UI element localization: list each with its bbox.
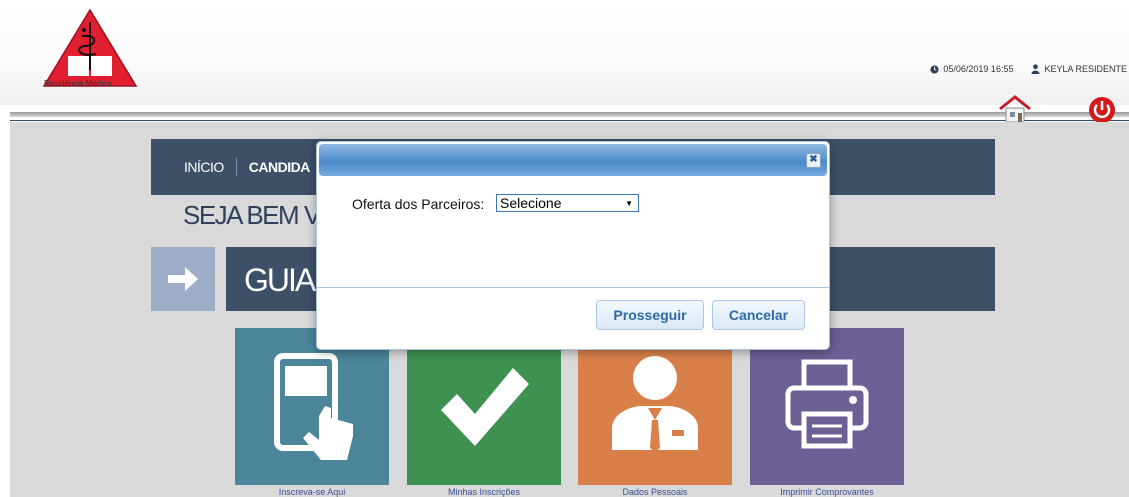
clock-icon bbox=[930, 64, 939, 74]
tile-label-imprimir-comprovantes[interactable]: Imprimir Comprovantes bbox=[750, 487, 904, 497]
person-icon bbox=[612, 356, 698, 452]
user-icon bbox=[1031, 64, 1041, 74]
chevron-down-icon: ▼ bbox=[625, 199, 633, 208]
tablet-touch-icon bbox=[274, 353, 353, 460]
header-divider bbox=[10, 112, 1129, 117]
nav-item-inicio[interactable]: INÍCIO bbox=[184, 159, 224, 175]
cancel-button[interactable]: Cancelar bbox=[712, 300, 805, 330]
tile-dados-pessoais[interactable] bbox=[578, 328, 732, 485]
tile-imprimir-comprovantes[interactable] bbox=[750, 328, 904, 485]
session-info: 05/06/2019 16:55 KEYLA RESIDENTE bbox=[930, 64, 1127, 74]
datetime: 05/06/2019 16:55 bbox=[943, 64, 1014, 74]
nav-item-candidato[interactable]: CANDIDA bbox=[249, 159, 311, 175]
header-underline bbox=[10, 120, 1129, 121]
proceed-button[interactable]: Prosseguir bbox=[596, 300, 704, 330]
logo[interactable] bbox=[40, 8, 140, 90]
tile-label-minhas-inscricoes[interactable]: Minhas Inscrições bbox=[407, 487, 561, 497]
welcome-heading: SEJA BEM V bbox=[183, 200, 321, 230]
guide-arrow-box bbox=[151, 247, 215, 311]
tile-inscreva-se[interactable] bbox=[235, 328, 389, 485]
header: Residência Médica 05/06/2019 16:55 KEYLA… bbox=[0, 0, 1129, 105]
partner-offer-dialog: ✖ Oferta dos Parceiros: Selecione ▼ Pros… bbox=[316, 141, 830, 350]
partner-offer-select[interactable]: Selecione ▼ bbox=[496, 194, 639, 212]
checkmark-icon bbox=[441, 368, 529, 446]
tile-minhas-inscricoes[interactable] bbox=[407, 328, 561, 485]
tile-label-dados-pessoais[interactable]: Dados Pessoais bbox=[578, 487, 732, 497]
dialog-divider bbox=[317, 287, 829, 288]
printer-icon bbox=[785, 359, 869, 449]
logo-caption: Residência Médica bbox=[44, 79, 112, 88]
home-icon[interactable] bbox=[998, 94, 1032, 124]
arrow-right-icon bbox=[168, 267, 198, 291]
dialog-titlebar[interactable] bbox=[319, 144, 827, 176]
guide-title: GUIA bbox=[244, 262, 316, 298]
partner-offer-label: Oferta dos Parceiros: bbox=[352, 196, 485, 212]
nav-separator bbox=[235, 158, 237, 176]
close-icon[interactable]: ✖ bbox=[806, 153, 821, 168]
power-icon[interactable] bbox=[1088, 96, 1116, 124]
partner-offer-selected-value: Selecione bbox=[500, 195, 562, 211]
tile-label-inscreva-se[interactable]: Inscreva-se Aqui bbox=[235, 487, 389, 497]
user-name[interactable]: KEYLA RESIDENTE bbox=[1044, 64, 1127, 74]
